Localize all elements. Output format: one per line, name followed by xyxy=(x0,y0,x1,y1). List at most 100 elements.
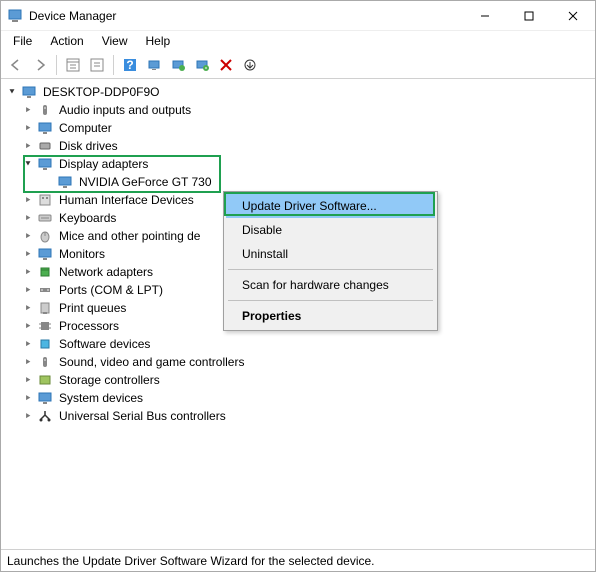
expand-arrow-icon[interactable]: ⯈ xyxy=(21,103,35,117)
tree-category[interactable]: ⯈ Storage controllers xyxy=(1,371,595,389)
minimize-button[interactable] xyxy=(463,1,507,31)
category-icon xyxy=(37,192,53,208)
category-label: Ports (COM & LPT) xyxy=(57,282,165,298)
tree-category[interactable]: ⯈ System devices xyxy=(1,389,595,407)
category-icon xyxy=(37,372,53,388)
category-icon xyxy=(37,390,53,406)
category-label: Print queues xyxy=(57,300,128,316)
category-icon xyxy=(37,336,53,352)
show-hide-tree-button[interactable] xyxy=(62,54,84,76)
svg-text:?: ? xyxy=(126,58,133,72)
tree-category[interactable]: ⯈Universal Serial Bus controllers xyxy=(1,407,595,425)
category-icon xyxy=(37,300,53,316)
category-label: Keyboards xyxy=(57,210,118,226)
category-icon xyxy=(37,246,53,262)
computer-icon xyxy=(21,84,37,100)
update-driver-button[interactable] xyxy=(167,54,189,76)
category-label: Disk drives xyxy=(57,138,120,154)
maximize-button[interactable] xyxy=(507,1,551,31)
ctx-update-driver[interactable]: Update Driver Software... xyxy=(226,194,435,218)
toolbar: ? xyxy=(1,51,595,79)
display-adapter-icon xyxy=(57,174,73,190)
category-label: Storage controllers xyxy=(57,372,162,388)
ctx-disable[interactable]: Disable xyxy=(226,218,435,242)
expand-arrow-icon[interactable]: ⯆ xyxy=(5,85,19,99)
expand-arrow-icon[interactable]: ⯈ xyxy=(21,391,35,405)
back-button[interactable] xyxy=(5,54,27,76)
titlebar: Device Manager xyxy=(1,1,595,31)
category-icon xyxy=(37,228,53,244)
menu-view[interactable]: View xyxy=(94,32,136,50)
ctx-scan[interactable]: Scan for hardware changes xyxy=(226,273,435,297)
expand-arrow-icon[interactable]: ⯈ xyxy=(21,229,35,243)
ctx-separator xyxy=(228,269,433,270)
category-icon xyxy=(37,210,53,226)
tree-category[interactable]: ⯈Software devices xyxy=(1,335,595,353)
expand-arrow-icon[interactable]: ⯈ xyxy=(21,337,35,351)
expand-arrow-icon[interactable]: ⯈ xyxy=(21,319,35,333)
app-icon xyxy=(7,8,23,24)
category-icon xyxy=(37,408,53,424)
category-icon xyxy=(37,102,53,118)
uninstall-button[interactable] xyxy=(191,54,213,76)
category-label: System devices xyxy=(57,390,145,406)
category-label: Sound, video and game controllers xyxy=(57,354,246,370)
expand-arrow-icon[interactable]: ⯈ xyxy=(21,247,35,261)
category-label: Display adapters xyxy=(57,156,150,172)
device-label: NVIDIA GeForce GT 730 xyxy=(77,174,214,190)
category-label: Audio inputs and outputs xyxy=(57,102,193,118)
status-text: Launches the Update Driver Software Wiza… xyxy=(7,554,375,568)
category-label: Mice and other pointing de xyxy=(57,228,202,244)
expand-arrow-icon[interactable]: ⯈ xyxy=(21,283,35,297)
category-label: Human Interface Devices xyxy=(57,192,196,208)
tree-content[interactable]: ⯆ DESKTOP-DDP0F9O ⯈ Audio inputs and outp… xyxy=(1,79,595,549)
properties-button[interactable] xyxy=(86,54,108,76)
category-label: Computer xyxy=(57,120,114,136)
tree-category[interactable]: ⯈ Computer xyxy=(1,119,595,137)
menubar: File Action View Help xyxy=(1,31,595,51)
tree-category[interactable]: ⯈ Disk drives xyxy=(1,137,595,155)
root-label: DESKTOP-DDP0F9O xyxy=(41,84,161,100)
tree-root[interactable]: ⯆ DESKTOP-DDP0F9O xyxy=(1,83,595,101)
expand-arrow-icon[interactable]: ⯈ xyxy=(21,301,35,315)
category-label: Monitors xyxy=(57,246,107,262)
disable-button[interactable] xyxy=(215,54,237,76)
ctx-uninstall[interactable]: Uninstall xyxy=(226,242,435,266)
expand-arrow-icon[interactable]: ⯈ xyxy=(21,193,35,207)
window-title: Device Manager xyxy=(29,9,463,23)
expand-arrow-icon[interactable]: ⯈ xyxy=(21,211,35,225)
tree-device[interactable]: NVIDIA GeForce GT 730 xyxy=(1,173,595,191)
expand-arrow-icon[interactable]: ⯈ xyxy=(21,121,35,135)
expand-arrow-icon[interactable]: ⯈ xyxy=(21,265,35,279)
context-menu: Update Driver Software... Disable Uninst… xyxy=(223,191,438,331)
menu-action[interactable]: Action xyxy=(42,32,91,50)
help-button[interactable]: ? xyxy=(119,54,141,76)
menu-help[interactable]: Help xyxy=(138,32,179,50)
expand-arrow-icon[interactable]: ⯈ xyxy=(21,373,35,387)
category-icon xyxy=(37,282,53,298)
forward-button[interactable] xyxy=(29,54,51,76)
ctx-separator xyxy=(228,300,433,301)
category-icon xyxy=(37,120,53,136)
ctx-properties[interactable]: Properties xyxy=(226,304,435,328)
statusbar: Launches the Update Driver Software Wiza… xyxy=(1,549,595,571)
category-icon xyxy=(37,318,53,334)
expand-arrow-icon[interactable]: ⯆ xyxy=(21,157,35,171)
enable-button[interactable] xyxy=(239,54,261,76)
category-icon xyxy=(37,138,53,154)
close-button[interactable] xyxy=(551,1,595,31)
tree-category[interactable]: ⯆ Display adapters xyxy=(1,155,595,173)
category-label: Network adapters xyxy=(57,264,155,280)
expand-arrow-icon[interactable]: ⯈ xyxy=(21,139,35,153)
tree-category[interactable]: ⯈ Sound, video and game controllers xyxy=(1,353,595,371)
expand-arrow-icon[interactable]: ⯈ xyxy=(21,409,35,423)
expand-arrow-icon[interactable]: ⯈ xyxy=(21,355,35,369)
category-icon xyxy=(37,354,53,370)
category-label: Processors xyxy=(57,318,121,334)
menu-file[interactable]: File xyxy=(5,32,40,50)
tree-category[interactable]: ⯈ Audio inputs and outputs xyxy=(1,101,595,119)
category-icon xyxy=(37,156,53,172)
device-manager-window: Device Manager File Action View Help ? ⯆ xyxy=(0,0,596,572)
category-icon xyxy=(37,264,53,280)
scan-hardware-button[interactable] xyxy=(143,54,165,76)
